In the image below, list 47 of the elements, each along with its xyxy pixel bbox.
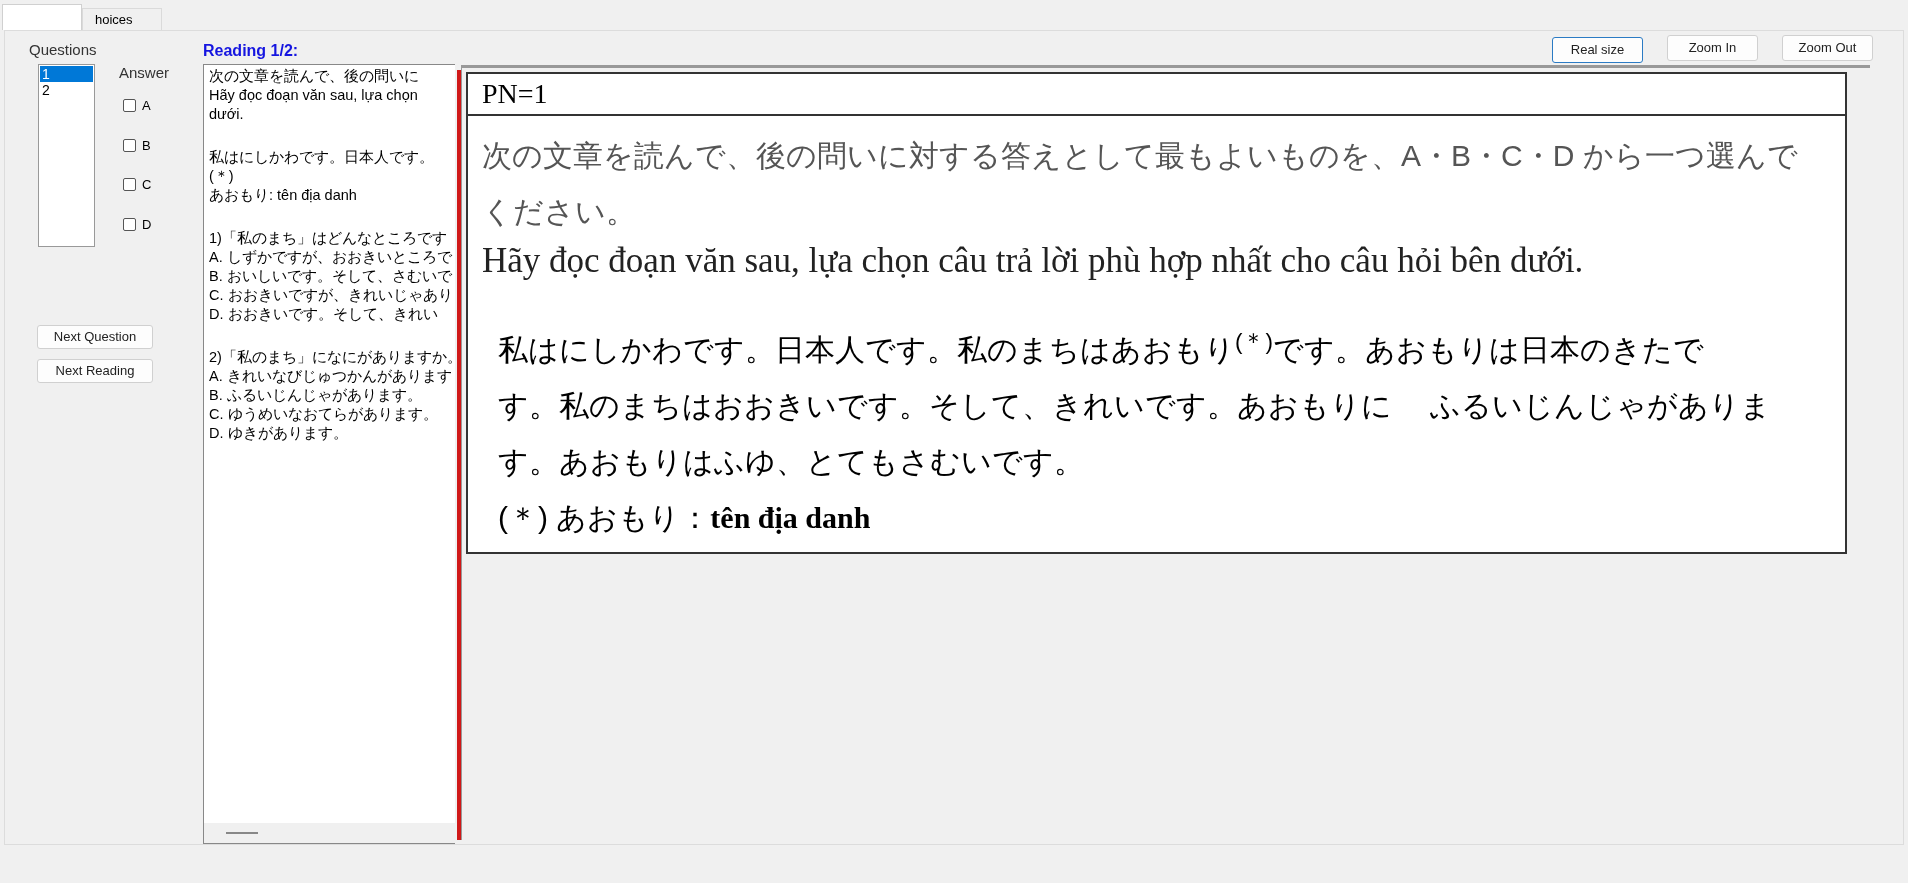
- horizontal-scrollbar[interactable]: [204, 823, 455, 843]
- reading-text-line: 1)「私のまち」はどんなところです: [209, 229, 447, 248]
- reading-textbox[interactable]: [203, 64, 455, 844]
- answer-checkbox[interactable]: [123, 217, 136, 231]
- question-list[interactable]: 1 2: [38, 63, 95, 247]
- reading-text-line: D. ゆきがあります。: [209, 424, 348, 443]
- group-title: Questions: [29, 40, 98, 60]
- reading-text-line: (＊): [209, 167, 234, 186]
- reading-title: Reading 1/2:: [203, 41, 300, 61]
- view-button[interactable]: Zoom Out: [1782, 35, 1873, 61]
- nav-button[interactable]: Next Reading: [37, 358, 153, 383]
- reading-text-line: B. おいしいです。そして、さむいで: [209, 267, 452, 286]
- reading-text-line: C. ゆうめいなおてらがあります。: [209, 405, 438, 424]
- instruction-text: 次の文章を読んで、後の問いに対する答えとして最もよいものを、A・B・C・D から一つ選んで: [482, 138, 1799, 174]
- reading-text-line: B. ふるいじんじゃがあります。: [209, 386, 422, 405]
- question-list-item[interactable]: 1: [40, 65, 93, 82]
- reading-text-line: D. おおきいです。そして、きれい: [209, 305, 438, 324]
- answer-option-label: A: [142, 97, 151, 115]
- footnote: (＊) あおもり：tên địa danh: [498, 500, 872, 536]
- answer-checkbox[interactable]: [123, 178, 136, 192]
- scrollbar-thumb[interactable]: [226, 832, 258, 834]
- passage-line: 私はにしかわです。日本人です。私のまちはあおもり$^{(＊)}$です。あおもりは日本のきたで: [498, 327, 1705, 368]
- question-list-item[interactable]: 2: [40, 81, 93, 98]
- reading-text-line: 次の文章を読んで、後の問いに: [209, 67, 419, 86]
- reading-text-line: A. きれいなびじゅつかんがあります: [209, 367, 452, 386]
- view-button[interactable]: Zoom In: [1667, 35, 1758, 61]
- passage-line: す。私のまちはおおきいです。そして、きれいです。あおもりに ふるいじんじゃがありま: [498, 388, 1773, 424]
- reading-text-line: 私はにしかわです。日本人です。: [209, 148, 434, 167]
- reading-text-line: dưới.: [209, 105, 244, 124]
- instruction-text: ください。: [482, 194, 637, 230]
- tab[interactable]: hoices: [82, 8, 162, 30]
- reading-text-line: A. しずかですが、おおきいところで: [209, 248, 452, 267]
- instruction-translation: Hãy đọc đoạn văn sau, lựa chọn câu trả lời phù hợp nhất cho câu hỏi bên dưới.: [482, 240, 1585, 282]
- document-header: PN=1: [468, 74, 1845, 116]
- reading-text-line: C. おおきいですが、きれいじゃあり: [209, 286, 453, 305]
- answer-option-label: B: [142, 136, 151, 155]
- answer-option-label: C: [142, 176, 152, 194]
- answer-label: Answer: [119, 62, 170, 83]
- answer-checkbox[interactable]: [123, 99, 136, 113]
- passage-line: す。あおもりはふゆ、とてもさむいです。: [498, 444, 1085, 480]
- answer-option-label: D: [142, 215, 152, 234]
- answer-checkbox[interactable]: [123, 138, 136, 152]
- view-button[interactable]: Real size: [1552, 37, 1643, 63]
- reading-text-line: 2)「私のまち」になにがありますか。: [209, 348, 455, 367]
- reading-text-line: あおもり: tên địa danh: [209, 186, 357, 205]
- nav-button[interactable]: Next Question: [37, 324, 153, 349]
- reading-text-line: Hãy đọc đoạn văn sau, lựa chọn: [209, 86, 418, 105]
